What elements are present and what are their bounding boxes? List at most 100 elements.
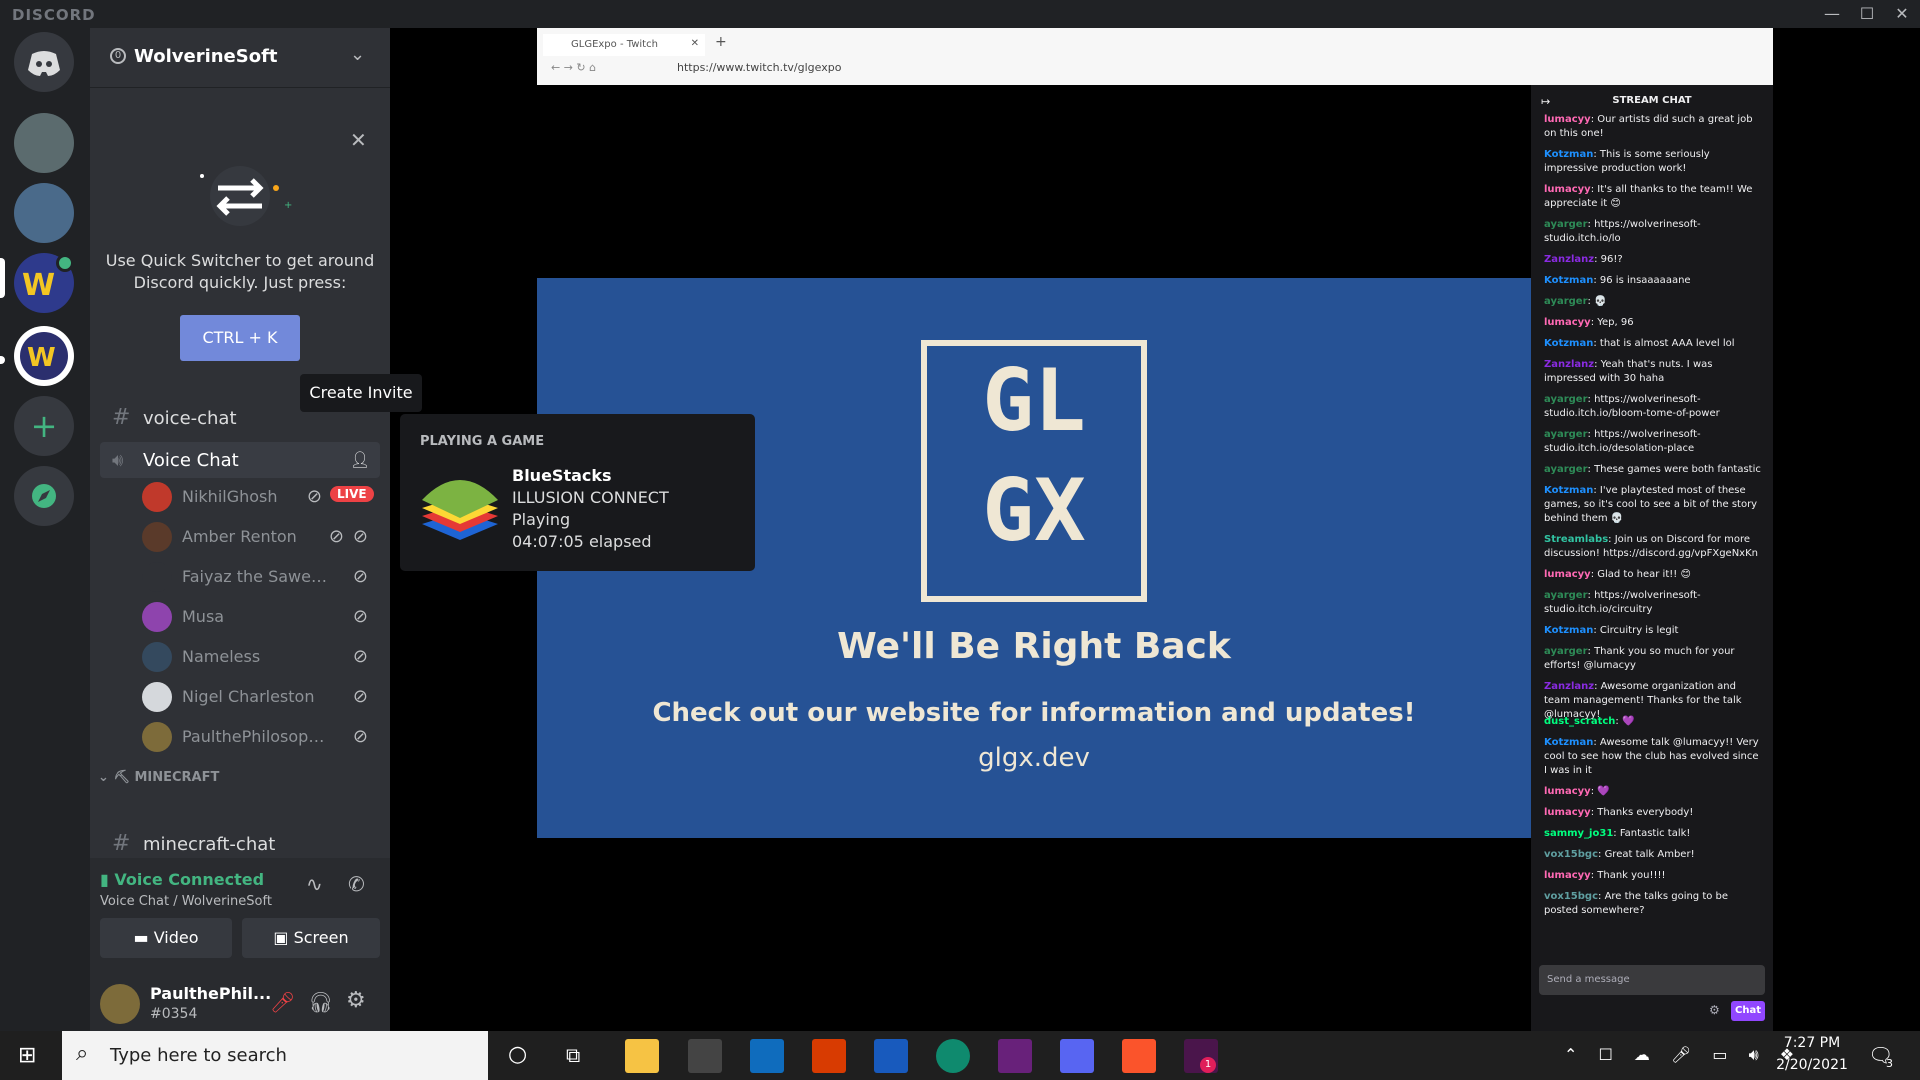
category-minecraft[interactable]: ⌄ ⛏ MINECRAFT bbox=[98, 770, 219, 785]
minimize-button[interactable]: — bbox=[1814, 2, 1850, 26]
home-button[interactable] bbox=[14, 32, 74, 92]
cortana-icon[interactable]: ○ bbox=[508, 1042, 527, 1067]
voice-user[interactable]: PaulthePhilosophy... ⊘ bbox=[142, 716, 380, 756]
chat-message: ayarger: https://wolverinesoft-studio.it… bbox=[1544, 590, 1701, 615]
chat-username[interactable]: ayarger bbox=[1544, 296, 1588, 307]
chat-username[interactable]: Streamlabs bbox=[1544, 534, 1608, 545]
brave-icon[interactable] bbox=[1122, 1039, 1156, 1073]
chat-username[interactable]: vox15bgc bbox=[1544, 891, 1598, 902]
server-icon-1[interactable] bbox=[14, 113, 74, 173]
chevron-down-icon[interactable]: ⌄ bbox=[350, 44, 365, 65]
user-name: PaulthePhil... bbox=[150, 984, 272, 1003]
clock-time[interactable]: 7:27 PM bbox=[1772, 1035, 1852, 1051]
disconnect-icon[interactable]: ✆ bbox=[348, 872, 365, 896]
maximize-button[interactable]: ☐ bbox=[1849, 2, 1885, 26]
chat-username[interactable]: sammy_jo31 bbox=[1544, 828, 1613, 839]
voice-user[interactable]: Nigel Charleston ⊘ bbox=[142, 676, 380, 716]
mail-icon[interactable] bbox=[750, 1039, 784, 1073]
chat-send-button[interactable]: Chat bbox=[1731, 1001, 1765, 1021]
chat-username[interactable]: lumacyy bbox=[1544, 317, 1591, 328]
voice-user[interactable]: NikhilGhosh LIVE ⊘ bbox=[142, 476, 380, 516]
mute-mic-icon[interactable]: 🎤︎ bbox=[270, 990, 295, 1014]
chat-username[interactable]: ayarger bbox=[1544, 646, 1588, 657]
chat-username[interactable]: Kotzman bbox=[1544, 485, 1593, 496]
office-icon[interactable] bbox=[812, 1039, 846, 1073]
close-tip-icon[interactable]: ✕ bbox=[350, 128, 367, 152]
chat-text: 96 is insaaaaaane bbox=[1599, 275, 1691, 286]
voice-user[interactable]: Nameless ⊘ bbox=[142, 636, 380, 676]
chat-username[interactable]: Zanzlanz bbox=[1544, 254, 1594, 265]
muted-mic-icon: ⊘ bbox=[352, 646, 368, 667]
explore-servers-icon[interactable] bbox=[14, 466, 74, 526]
create-invite-icon[interactable]: 👤︎ bbox=[350, 450, 370, 469]
gear-icon[interactable]: ⚙ bbox=[346, 988, 366, 1013]
window-titlebar: DISCORD — ☐ ✕ bbox=[0, 0, 1920, 28]
taskbar-search[interactable]: ⌕ Type here to search bbox=[62, 1031, 488, 1080]
chat-username[interactable]: lumacyy bbox=[1544, 184, 1591, 195]
channel-voice-chat[interactable]: 🔊︎ Voice Chat 👤︎ bbox=[100, 442, 380, 478]
chat-username[interactable]: ayarger bbox=[1544, 394, 1588, 405]
chat-input[interactable]: Send a message bbox=[1539, 965, 1765, 995]
create-invite-tooltip: Create Invite bbox=[300, 374, 422, 412]
chat-username[interactable]: lumacyy bbox=[1544, 114, 1591, 125]
headphones-icon[interactable]: 🎧︎ bbox=[308, 990, 333, 1014]
chat-username[interactable]: Zanzlanz bbox=[1544, 359, 1594, 370]
close-window-button[interactable]: ✕ bbox=[1884, 2, 1920, 26]
add-server-icon[interactable]: + bbox=[14, 396, 74, 456]
chat-username[interactable]: Kotzman bbox=[1544, 737, 1593, 748]
chat-username[interactable]: Kotzman bbox=[1544, 625, 1593, 636]
noise-suppression-icon[interactable]: ∿ bbox=[306, 872, 323, 896]
chat-username[interactable]: lumacyy bbox=[1544, 569, 1591, 580]
voice-user[interactable]: Musa ⊘ bbox=[142, 596, 380, 636]
clock-date[interactable]: 2/20/2021 bbox=[1772, 1057, 1852, 1073]
start-button-icon[interactable]: ⊞ bbox=[18, 1043, 36, 1068]
channel-minecraft-chat[interactable]: # minecraft-chat bbox=[100, 826, 380, 862]
avatar[interactable] bbox=[100, 984, 140, 1024]
file-explorer-icon[interactable] bbox=[625, 1039, 659, 1073]
nav-buttons[interactable]: ← → ↻ ⌂ bbox=[551, 61, 596, 74]
chat-settings-icon[interactable]: ⚙ bbox=[1709, 1003, 1720, 1017]
chat-username[interactable]: ayarger bbox=[1544, 464, 1588, 475]
server-icon-2[interactable] bbox=[14, 183, 74, 243]
voice-location: Voice Chat / WolverineSoft bbox=[100, 894, 272, 909]
chat-username[interactable]: dust_scratch bbox=[1544, 716, 1615, 727]
server-header[interactable]: 0 WolverineSoft ⌄ bbox=[90, 28, 390, 88]
muted-mic-icon: ⊘ bbox=[306, 486, 322, 507]
avatar bbox=[142, 602, 172, 632]
voice-user[interactable]: Faiyaz the Sawed of... ⊘ bbox=[142, 556, 380, 596]
chat-username[interactable]: vox15bgc bbox=[1544, 849, 1598, 860]
new-tab-button[interactable]: + bbox=[715, 34, 727, 50]
screen-share-button[interactable]: ▣ Screen bbox=[242, 918, 380, 958]
server-icon-wolverinesoft[interactable]: W bbox=[14, 326, 74, 386]
visual-studio-icon[interactable] bbox=[998, 1039, 1032, 1073]
task-view-icon[interactable]: ⧉ bbox=[566, 1043, 580, 1067]
chat-username[interactable]: ayarger bbox=[1544, 219, 1588, 230]
discord-taskbar-icon[interactable] bbox=[1060, 1039, 1094, 1073]
chat-username[interactable]: ayarger bbox=[1544, 429, 1588, 440]
system-tray-icons[interactable]: ⌃ ☐ ☁ 🎤︎ ▭ 🔊︎ ❖ bbox=[1564, 1045, 1802, 1065]
browser-tab[interactable]: GLGExpo - Twitch ✕ bbox=[543, 34, 705, 56]
voice-user[interactable]: Amber Renton ⊘ ⊘ bbox=[142, 516, 380, 556]
chat-username[interactable]: lumacyy bbox=[1544, 807, 1591, 818]
chat-username[interactable]: Kotzman bbox=[1544, 338, 1593, 349]
deafened-icon: ⊘ bbox=[352, 526, 368, 547]
store-icon[interactable] bbox=[688, 1039, 722, 1073]
chat-username[interactable]: lumacyy bbox=[1544, 870, 1591, 881]
chat-username[interactable]: Kotzman bbox=[1544, 149, 1593, 160]
chat-username[interactable]: ayarger bbox=[1544, 590, 1588, 601]
chat-username[interactable]: lumacyy bbox=[1544, 786, 1591, 797]
notification-count: 3 bbox=[1886, 1057, 1893, 1070]
shortcut-button[interactable]: CTRL + K bbox=[180, 315, 300, 361]
user-name: Musa bbox=[182, 607, 225, 626]
quick-switcher-tip: ✕ + Use Quick Switcher to get around Dis… bbox=[90, 90, 390, 390]
edge-icon[interactable] bbox=[936, 1039, 970, 1073]
user-panel: PaulthePhil... #0354 🎤︎ 🎧︎ ⚙ bbox=[90, 976, 390, 1031]
chat-username[interactable]: Zanzlanz bbox=[1544, 681, 1594, 692]
chat-message: vox15bgc: Great talk Amber! bbox=[1544, 849, 1695, 860]
video-button[interactable]: ▬ Video bbox=[100, 918, 232, 958]
word-icon[interactable] bbox=[874, 1039, 908, 1073]
channel-label: voice-chat bbox=[143, 408, 237, 429]
chat-messages: lumacyy: Our artists did such a great jo… bbox=[1531, 113, 1773, 963]
chat-username[interactable]: Kotzman bbox=[1544, 275, 1593, 286]
address-bar[interactable]: https://www.twitch.tv/glgexpo bbox=[677, 61, 841, 74]
